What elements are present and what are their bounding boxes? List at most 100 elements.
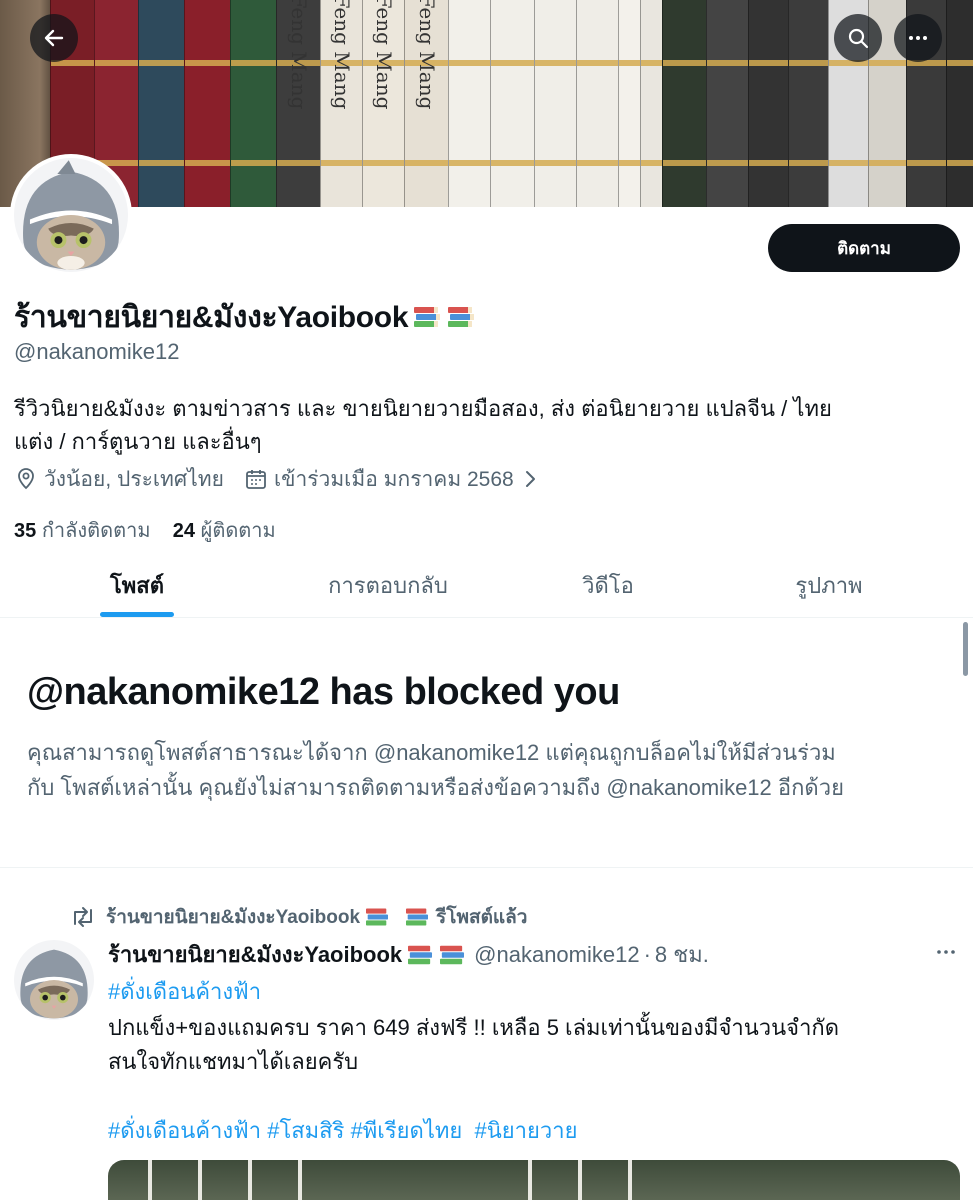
- tab-posts[interactable]: โพสต์: [70, 552, 204, 618]
- book-band: [663, 160, 706, 166]
- book-band: [139, 60, 184, 66]
- book-band: [185, 60, 230, 66]
- active-tab-indicator: [100, 612, 174, 617]
- book-spine: Feng Mang: [320, 0, 362, 207]
- separator-dot: ·: [643, 941, 651, 967]
- calendar-icon: [246, 470, 266, 489]
- image-detail: [298, 1160, 302, 1200]
- joined-item[interactable]: เข้าร่วมเมือ มกราคม 2568: [244, 463, 542, 496]
- book-spine-title: Feng Mang: [371, 0, 396, 110]
- repost-name[interactable]: ร้านขายนิยาย&มังงะYaoibook: [106, 902, 360, 932]
- hashtag-link[interactable]: #ดั่งเดือนค้างฟ้า: [108, 979, 261, 1004]
- image-detail: [628, 1160, 632, 1200]
- repost-icon: [74, 907, 92, 927]
- image-detail: [198, 1160, 202, 1200]
- book-band: [321, 160, 362, 166]
- image-detail: [528, 1160, 532, 1200]
- tweet-more-button[interactable]: [932, 938, 960, 966]
- books-emoji-icon: [414, 307, 441, 327]
- book-band: [577, 60, 618, 66]
- follow-button[interactable]: ติดตาม: [768, 224, 960, 272]
- scrollbar[interactable]: [963, 622, 968, 676]
- book-spine: [748, 0, 788, 207]
- hashtag-link[interactable]: #โสมสิริ: [267, 1118, 344, 1143]
- cat-in-shark-hood-image: [14, 940, 94, 1020]
- hashtag-link[interactable]: #ดั่งเดือนค้างฟ้า: [108, 1118, 261, 1143]
- display-name-text: ร้านขายนิยาย&มังงะYaoibook: [14, 301, 409, 334]
- cat-in-shark-hood-image: [14, 158, 128, 272]
- profile-avatar[interactable]: [10, 154, 132, 276]
- book-spine: Feng Mang: [362, 0, 404, 207]
- book-spine: [618, 0, 640, 207]
- blocked-desc-line: คุณสามารถดูโพสต์สาธารณะได้จาก @nakanomik…: [27, 740, 836, 765]
- joined-text: เข้าร่วมเมือ มกราคม 2568: [273, 467, 514, 491]
- tweet-author-name[interactable]: ร้านขายนิยาย&มังงะYaoibook: [108, 937, 402, 972]
- hashtag-link[interactable]: #พีเรียดไทย: [351, 1118, 463, 1143]
- book-spine: [788, 0, 828, 207]
- repost-indicator: ร้านขายนิยาย&มังงะYaoibook รีโพสต์แล้ว: [70, 902, 527, 932]
- tab-videos[interactable]: วิดีโอ: [548, 552, 668, 618]
- book-band: [231, 60, 276, 66]
- book-band: [363, 160, 404, 166]
- image-detail: [148, 1160, 152, 1200]
- followers-count: 24: [172, 520, 196, 542]
- tweet-media-image[interactable]: [108, 1160, 960, 1200]
- book-spine-title: Feng Mang: [414, 0, 439, 110]
- book-band: [869, 160, 906, 166]
- book-spine: [640, 0, 662, 207]
- book-spine: [490, 0, 534, 207]
- book-spine: [448, 0, 490, 207]
- profile-tabs: โพสต์ การตอบกลับ วิดีโอ รูปภาพ: [0, 552, 973, 618]
- follow-counts: 35 กำลังติดตาม 24 ผู้ติดตาม: [14, 514, 276, 546]
- tweet-hashtags: #ดั่งเดือนค้างฟ้า #โสมสิริ #พีเรียดไทย #…: [108, 1114, 578, 1148]
- tweet-hashtag-line: #ดั่งเดือนค้างฟ้า: [108, 975, 261, 1009]
- tab-replies[interactable]: การตอบกลับ: [290, 552, 486, 618]
- following-count: 35: [14, 520, 37, 542]
- location-item: วังน้อย, ประเทศไทย: [14, 463, 224, 496]
- books-emoji-icon: [406, 908, 429, 926]
- blocked-description: คุณสามารถดูโพสต์สาธารณะได้จาก @nakanomik…: [27, 735, 947, 805]
- hashtag-link[interactable]: #นิยายวาย: [475, 1118, 578, 1143]
- book-band: [869, 60, 906, 66]
- book-band: [907, 160, 946, 166]
- search-button[interactable]: [834, 14, 882, 62]
- book-band: [947, 160, 973, 166]
- profile-banner: Feng Mang Feng Mang Feng Mang Feng Mang: [0, 0, 973, 207]
- book-spine-title: Feng Mang: [329, 0, 354, 110]
- book-spine-title: Feng Mang: [286, 0, 311, 110]
- book-spine: [138, 0, 184, 207]
- book-spine: [230, 0, 276, 207]
- book-band: [829, 160, 868, 166]
- repost-label: รีโพสต์แล้ว: [436, 907, 528, 928]
- tweet-author-avatar[interactable]: [14, 940, 94, 1020]
- followers-link[interactable]: 24 ผู้ติดตาม: [173, 520, 276, 542]
- book-band: [449, 160, 490, 166]
- book-band: [641, 60, 662, 66]
- more-options-button[interactable]: [894, 14, 942, 62]
- back-button[interactable]: [30, 14, 78, 62]
- book-band: [749, 60, 788, 66]
- location-pin-icon: [18, 468, 34, 490]
- tweet-author-handle[interactable]: @nakanomike12: [474, 942, 639, 968]
- bio-line: แต่ง / การ์ตูนวาย และอื่นๆ: [14, 429, 262, 454]
- book-band: [95, 60, 138, 66]
- book-spine: Feng Mang: [404, 0, 448, 207]
- book-band: [641, 160, 662, 166]
- books-emoji-icon: [408, 945, 433, 964]
- book-band: [277, 160, 320, 166]
- location-text: วังน้อย, ประเทศไทย: [44, 467, 224, 491]
- book-band: [139, 160, 184, 166]
- book-band: [619, 160, 640, 166]
- bio-line: รีวิวนิยาย&มังงะ ตามข่าวสาร และ ขายนิยาย…: [14, 396, 832, 421]
- following-link[interactable]: 35 กำลังติดตาม: [14, 520, 151, 542]
- book-band: [185, 160, 230, 166]
- followers-label: ผู้ติดตาม: [200, 520, 276, 542]
- book-band: [707, 60, 748, 66]
- tweet-timestamp[interactable]: 8 ชม.: [655, 937, 709, 972]
- book-band: [789, 60, 828, 66]
- profile-handle: @nakanomike12: [14, 339, 180, 364]
- book-band: [449, 60, 490, 66]
- book-band: [577, 160, 618, 166]
- tab-media[interactable]: รูปภาพ: [762, 552, 896, 618]
- books-emoji-icon: [448, 307, 475, 327]
